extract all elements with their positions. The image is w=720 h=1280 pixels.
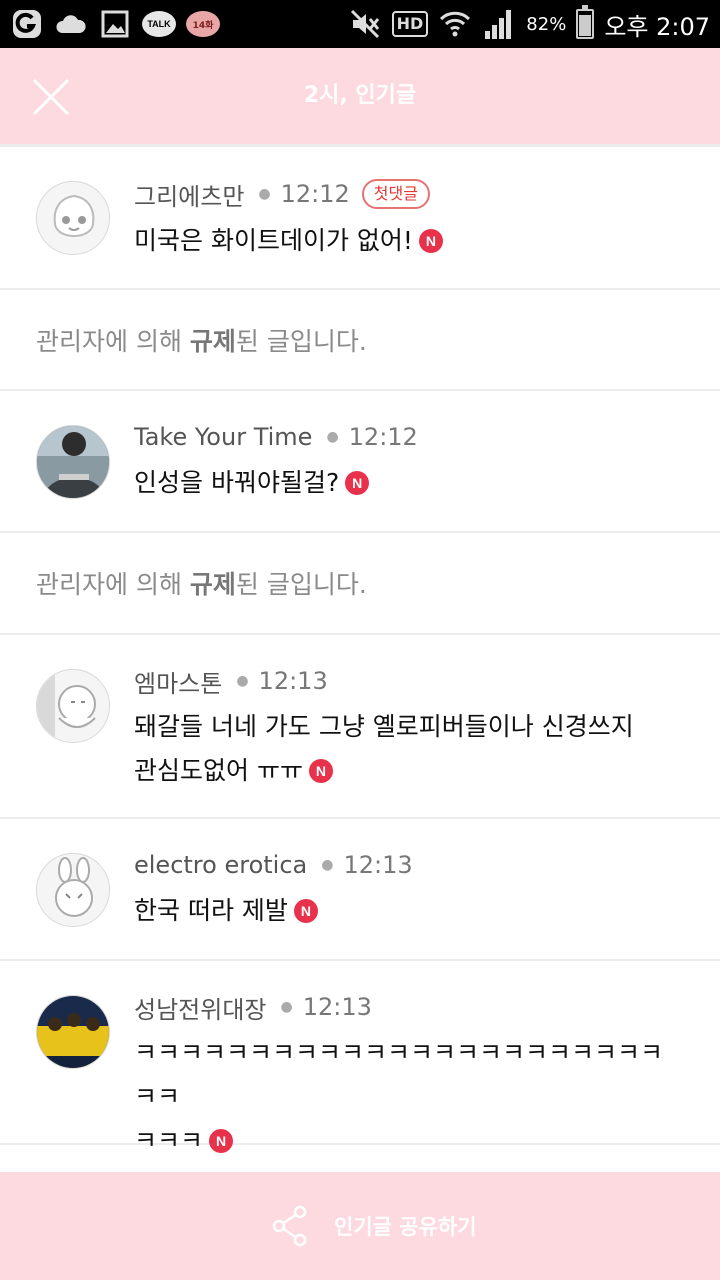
separator-dot: ●	[326, 429, 339, 445]
avatar[interactable]	[36, 425, 110, 499]
comment-item[interactable]: electro erotica ● 12:13 한국 떠라 제발 N	[0, 819, 720, 961]
new-badge: N	[209, 1129, 234, 1153]
team-photo-icon	[37, 996, 109, 1068]
comment-author[interactable]: 그리에츠만	[134, 177, 244, 212]
apeach-avatar-icon	[37, 182, 109, 254]
cloud-icon	[54, 7, 88, 41]
comment-item[interactable]: Take Your Time ● 12:12 인성을 바꿔야될걸? N	[0, 391, 720, 533]
blocked-prefix: 관리자에 의해	[36, 570, 190, 599]
blocked-message: 관리자에 의해 규제된 글입니다.	[36, 565, 367, 601]
comment-meta: electro erotica ● 12:13	[134, 847, 413, 883]
status-bar: TALK 14화 HD 82% 오후 2:07	[0, 0, 720, 48]
comment-time: 12:13	[302, 993, 372, 1021]
new-badge: N	[345, 471, 370, 495]
comment-time: 12:13	[258, 667, 328, 695]
separator-dot: ●	[258, 186, 271, 202]
comment-text: ㅋㅋㅋㅋㅋㅋㅋㅋㅋㅋㅋㅋㅋㅋㅋㅋㅋㅋㅋㅋㅋㅋㅋㅋㅋ ㅋㅋㅋ N	[134, 1031, 680, 1163]
kakaotalk-icon: TALK	[142, 11, 176, 37]
comment-text-content: 미국은 화이트데이가 없어!	[134, 226, 413, 255]
comment-time: 12:12	[280, 180, 350, 208]
comment-text-line: 관심도없어 ㅠㅠ N	[134, 749, 680, 793]
new-badge: N	[293, 899, 318, 923]
new-badge: N	[308, 759, 333, 783]
comment-text-content: ㅋㅋㅋ	[134, 1126, 204, 1155]
blocked-keyword: 규제	[189, 570, 236, 599]
comment-text-line: ㅋㅋㅋ N	[134, 1119, 680, 1163]
battery-percent: 82%	[526, 13, 567, 35]
comment-text: 돼갈들 너네 가도 그냥 옐로피버들이나 신경쓰지 관심도없어 ㅠㅠ N	[134, 705, 680, 793]
blocked-suffix: 된 글입니다.	[235, 570, 367, 599]
comment-meta: 성남전위대장 ● 12:13	[134, 989, 372, 1025]
mute-icon	[348, 7, 382, 41]
share-icon	[272, 1205, 307, 1247]
comment-text: 미국은 화이트데이가 없어! N	[134, 219, 680, 263]
blocked-message: 관리자에 의해 규제된 글입니다.	[36, 322, 367, 358]
comment-author[interactable]: 성남전위대장	[134, 990, 266, 1025]
wifi-icon	[438, 7, 472, 41]
signal-icon	[482, 7, 516, 41]
comment-author[interactable]: 엠마스톤	[134, 664, 222, 699]
blocked-suffix: 된 글입니다.	[235, 327, 367, 356]
blocked-comment: 관리자에 의해 규제된 글입니다.	[0, 533, 720, 635]
clock: 오후 2:07	[604, 12, 710, 41]
comment-meta: Take Your Time ● 12:12	[134, 419, 418, 455]
avatar[interactable]	[36, 181, 110, 255]
battery-icon	[576, 5, 595, 39]
comment-text-line: 돼갈들 너네 가도 그냥 옐로피버들이나 신경쓰지	[134, 712, 634, 741]
avatar[interactable]	[36, 669, 110, 743]
comment-author[interactable]: Take Your Time	[134, 423, 312, 451]
blocked-keyword: 규제	[189, 327, 236, 356]
comment-text-line: ㅋㅋㅋㅋㅋㅋㅋㅋㅋㅋㅋㅋㅋㅋㅋㅋㅋㅋㅋㅋㅋㅋㅋㅋㅋ	[134, 1038, 664, 1111]
share-label: 인기글 공유하기	[334, 1215, 477, 1239]
footer-bar: 인기글 공유하기	[0, 1172, 720, 1280]
page-title: 2시, 인기글	[303, 83, 417, 108]
separator-dot: ●	[236, 673, 249, 689]
comment-time: 12:13	[343, 851, 413, 879]
status-bar-notifications: TALK 14화	[10, 6, 220, 42]
avatar[interactable]	[36, 853, 110, 927]
episode-count-icon: 14화	[186, 11, 220, 37]
comment-text: 한국 떠라 제발 N	[134, 889, 680, 933]
separator-dot: ●	[321, 857, 334, 873]
comment-time: 12:12	[348, 423, 418, 451]
comment-item[interactable]: 그리에츠만 ● 12:12 첫댓글 미국은 화이트데이가 없어! N	[0, 147, 720, 290]
comment-meta: 그리에츠만 ● 12:12 첫댓글	[134, 176, 430, 212]
blocked-prefix: 관리자에 의해	[36, 327, 190, 356]
g-app-icon	[10, 7, 44, 41]
user-photo-icon	[37, 426, 109, 498]
character-avatar-icon	[37, 670, 109, 742]
status-bar-system: HD 82% 오후 2:07	[348, 5, 710, 42]
new-badge: N	[418, 229, 443, 253]
gallery-icon	[98, 7, 132, 41]
bunny-avatar-icon	[37, 854, 109, 926]
comment-text-content: 한국 떠라 제발	[134, 896, 288, 925]
comment-text: 인성을 바꿔야될걸? N	[134, 461, 680, 505]
comment-item[interactable]: 엠마스톤 ● 12:13 돼갈들 너네 가도 그냥 옐로피버들이나 신경쓰지 관…	[0, 635, 720, 819]
separator-dot: ●	[280, 999, 293, 1015]
comment-list[interactable]: 그리에츠만 ● 12:12 첫댓글 미국은 화이트데이가 없어! N 관리자에 의…	[0, 144, 720, 1172]
comment-text-content: 관심도없어 ㅠㅠ	[134, 756, 303, 785]
avatar[interactable]	[36, 995, 110, 1069]
blocked-comment: 관리자에 의해 규제된 글입니다.	[0, 290, 720, 391]
first-comment-badge: 첫댓글	[361, 179, 430, 209]
app-header: 2시, 인기글	[0, 48, 720, 144]
comment-item[interactable]: 성남전위대장 ● 12:13 ㅋㅋㅋㅋㅋㅋㅋㅋㅋㅋㅋㅋㅋㅋㅋㅋㅋㅋㅋㅋㅋㅋㅋㅋㅋ…	[0, 961, 720, 1155]
comment-meta: 엠마스톤 ● 12:13	[134, 663, 328, 699]
comment-author[interactable]: electro erotica	[134, 851, 307, 879]
hd-voice-icon: HD	[391, 11, 429, 37]
comment-text-content: 인성을 바꿔야될걸?	[134, 468, 340, 497]
share-button[interactable]: 인기글 공유하기	[270, 1202, 477, 1250]
